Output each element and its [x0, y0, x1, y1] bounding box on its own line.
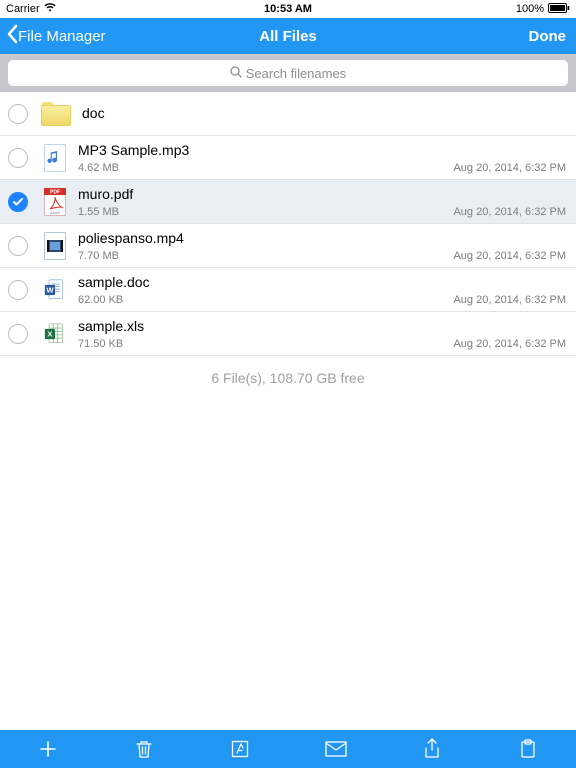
search-icon	[230, 66, 246, 81]
list-item[interactable]: W sample.doc 62.00 KB Aug 20, 2014, 6:32…	[0, 268, 576, 312]
status-time: 10:53 AM	[264, 3, 312, 15]
file-list: doc MP3 Sample.mp3 4.62 MB Aug 20, 2014,…	[0, 92, 576, 356]
page-title: All Files	[259, 28, 317, 45]
audio-file-icon	[44, 144, 66, 172]
folder-icon	[40, 98, 72, 130]
video-file-icon	[44, 232, 66, 260]
selection-circle[interactable]	[8, 192, 28, 212]
status-left: Carrier	[6, 3, 56, 15]
list-item[interactable]: MP3 Sample.mp3 4.62 MB Aug 20, 2014, 6:3…	[0, 136, 576, 180]
xls-file-icon: X	[44, 320, 66, 348]
summary-label: 6 File(s), 108.70 GB free	[0, 356, 576, 400]
chevron-left-icon	[6, 24, 18, 48]
list-item[interactable]: X sample.xls 71.50 KB Aug 20, 2014, 6:32…	[0, 312, 576, 356]
battery-icon	[548, 3, 570, 16]
file-name: muro.pdf	[78, 185, 566, 203]
selection-circle[interactable]	[8, 104, 28, 124]
rename-icon	[230, 739, 250, 759]
add-button[interactable]	[28, 730, 68, 768]
file-name: MP3 Sample.mp3	[78, 141, 566, 159]
delete-button[interactable]	[124, 730, 164, 768]
mail-icon	[325, 741, 347, 757]
file-size: 7.70 MB	[78, 250, 119, 262]
file-date: Aug 20, 2014, 6:32 PM	[453, 294, 566, 306]
file-name: poliespanso.mp4	[78, 229, 566, 247]
nav-bar: File Manager All Files Done	[0, 18, 576, 54]
file-name: doc	[82, 104, 566, 122]
file-name: sample.doc	[78, 273, 566, 291]
status-bar: Carrier 10:53 AM 100%	[0, 0, 576, 18]
file-date: Aug 20, 2014, 6:32 PM	[453, 250, 566, 262]
svg-text:W: W	[46, 285, 54, 294]
selection-circle[interactable]	[8, 280, 28, 300]
search-input[interactable]: Search filenames	[8, 60, 568, 86]
svg-text:PDF: PDF	[50, 189, 60, 195]
list-item[interactable]: poliespanso.mp4 7.70 MB Aug 20, 2014, 6:…	[0, 224, 576, 268]
wifi-icon	[44, 3, 56, 15]
selection-circle[interactable]	[8, 324, 28, 344]
carrier-label: Carrier	[6, 3, 40, 15]
svg-text:Adobe: Adobe	[50, 211, 60, 215]
mail-button[interactable]	[316, 730, 356, 768]
file-date: Aug 20, 2014, 6:32 PM	[453, 162, 566, 174]
status-right: 100%	[516, 3, 570, 16]
file-date: Aug 20, 2014, 6:32 PM	[453, 206, 566, 218]
pdf-file-icon: PDF Adobe	[44, 188, 66, 216]
file-size: 4.62 MB	[78, 162, 119, 174]
file-size: 1.55 MB	[78, 206, 119, 218]
plus-icon	[38, 739, 58, 759]
check-icon	[12, 196, 24, 208]
back-label: File Manager	[18, 28, 106, 45]
search-placeholder: Search filenames	[246, 66, 346, 81]
selection-circle[interactable]	[8, 236, 28, 256]
done-button[interactable]: Done	[529, 28, 571, 45]
file-date: Aug 20, 2014, 6:32 PM	[453, 338, 566, 350]
bottom-toolbar	[0, 730, 576, 768]
doc-file-icon: W	[44, 276, 66, 304]
rename-button[interactable]	[220, 730, 260, 768]
selection-circle[interactable]	[8, 148, 28, 168]
share-button[interactable]	[412, 730, 452, 768]
file-size: 62.00 KB	[78, 294, 123, 306]
battery-label: 100%	[516, 3, 544, 15]
list-item[interactable]: PDF Adobe muro.pdf 1.55 MB Aug 20, 2014, …	[0, 180, 576, 224]
back-button[interactable]: File Manager	[6, 24, 106, 48]
trash-icon	[135, 739, 153, 759]
file-name: sample.xls	[78, 317, 566, 335]
file-size: 71.50 KB	[78, 338, 123, 350]
share-icon	[423, 738, 441, 760]
clipboard-icon	[520, 739, 536, 759]
search-bar: Search filenames	[0, 54, 576, 92]
clipboard-button[interactable]	[508, 730, 548, 768]
list-item[interactable]: doc	[0, 92, 576, 136]
